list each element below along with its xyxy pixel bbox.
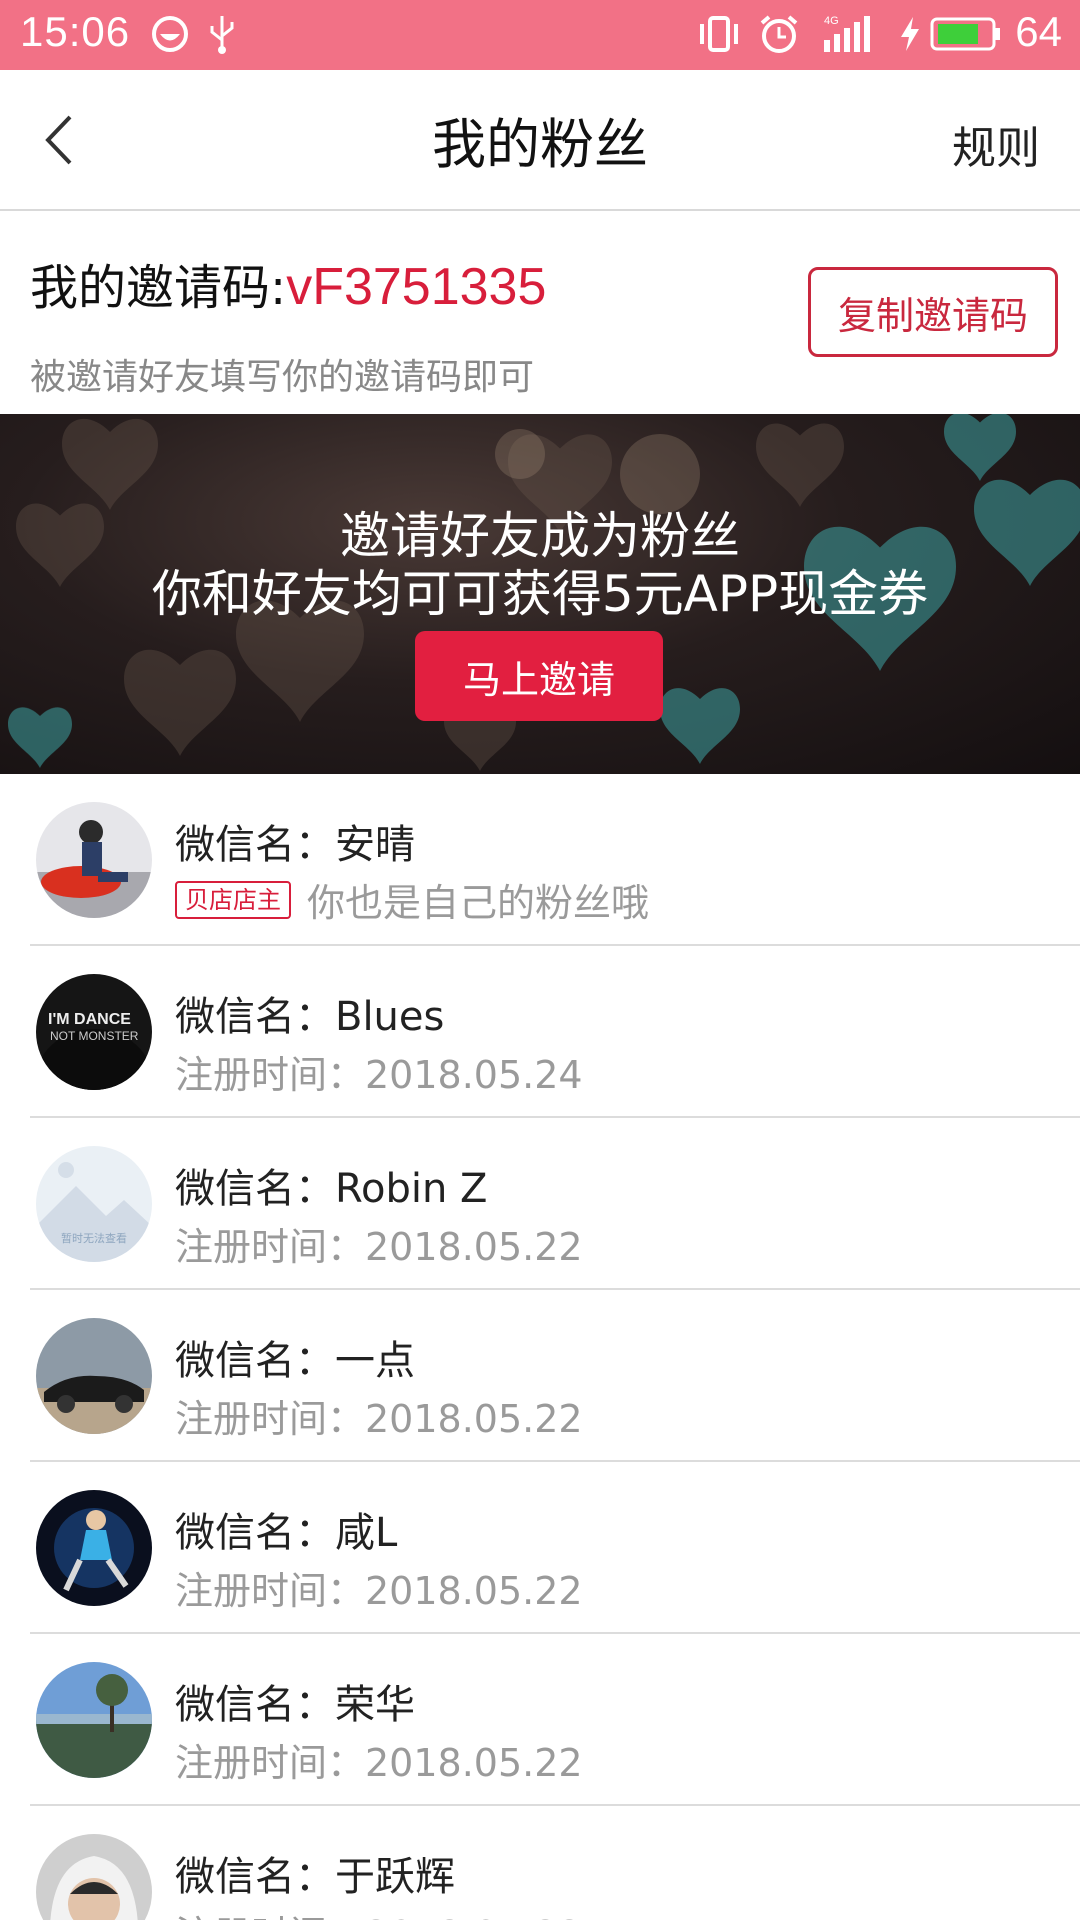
- avatar-placeholder-text: 暂时无法查看: [61, 1231, 127, 1245]
- banner-subline: 你和好友均可可获得5元APP现金券: [151, 565, 929, 623]
- fan-name: 微信名：咸L: [175, 1510, 398, 1556]
- fan-name: 微信名：一点: [175, 1338, 415, 1384]
- avatar: [36, 802, 152, 918]
- avatar: [36, 1662, 152, 1778]
- signal-icon: 4G: [820, 14, 880, 54]
- fan-name: 微信名：Blues: [175, 994, 445, 1040]
- invite-code-value: vF3751335: [286, 258, 547, 316]
- copy-invite-code-button[interactable]: 复制邀请码: [808, 267, 1058, 357]
- list-item[interactable]: 微信名：一点 注册时间：2018.05.22: [30, 1290, 1080, 1462]
- list-item[interactable]: 微信名：咸L 注册时间：2018.05.22: [30, 1462, 1080, 1634]
- status-bar: 15:06 4G 64: [0, 0, 1080, 70]
- fan-note: 你也是自己的粉丝哦: [307, 881, 650, 925]
- fan-list: 微信名：安晴 贝店店主 你也是自己的粉丝哦 I'M DANCE NOT MONST…: [0, 774, 1080, 1920]
- fan-name: 微信名：Robin Z: [175, 1166, 488, 1212]
- svg-text:I'M DANCE: I'M DANCE: [48, 1011, 131, 1028]
- list-item[interactable]: I'M DANCE NOT MONSTER 微信名：Blues 注册时间：2018…: [30, 946, 1080, 1118]
- svg-text:NOT MONSTER: NOT MONSTER: [50, 1029, 139, 1043]
- nav-bar: 我的粉丝 规则: [0, 70, 1080, 211]
- smiley-icon: [150, 14, 190, 54]
- rules-link[interactable]: 规则: [952, 112, 1040, 176]
- fan-subline: 贝店店主 你也是自己的粉丝哦: [175, 872, 649, 927]
- battery-icon: [930, 14, 1002, 54]
- fan-register-time: 注册时间：2018.05.22: [175, 1569, 583, 1613]
- fan-register-time: 注册时间：2018.05.22: [175, 1741, 583, 1785]
- invite-banner: 邀请好友成为粉丝 你和好友均可可获得5元APP现金券 马上邀请: [0, 414, 1080, 774]
- battery-percent: 64: [1015, 8, 1062, 55]
- avatar: [36, 1318, 152, 1434]
- invite-now-button[interactable]: 马上邀请: [415, 631, 663, 721]
- list-item[interactable]: 微信名：安晴 贝店店主 你也是自己的粉丝哦: [30, 774, 1080, 946]
- invite-code-section: 我的邀请码:vF3751335 被邀请好友填写你的邀请码即可 复制邀请码: [0, 212, 1080, 414]
- alarm-icon: [758, 14, 800, 54]
- avatar: 暂时无法查看: [36, 1146, 152, 1262]
- fan-register-time: 注册时间：2018.05.22: [175, 1225, 583, 1269]
- avatar: [36, 1834, 152, 1920]
- avatar: [36, 1490, 152, 1606]
- fan-name: 微信名：荣华: [175, 1682, 415, 1728]
- charging-icon: [898, 14, 922, 54]
- invite-code-label: 我的邀请码:: [30, 260, 287, 316]
- fan-name: 微信名：于跃辉: [175, 1854, 455, 1900]
- avatar: I'M DANCE NOT MONSTER: [36, 974, 152, 1090]
- list-item[interactable]: 暂时无法查看 微信名：Robin Z 注册时间：2018.05.22: [30, 1118, 1080, 1290]
- status-time: 15:06: [20, 8, 131, 55]
- svg-text:4G: 4G: [824, 15, 839, 27]
- list-item[interactable]: 微信名：荣华 注册时间：2018.05.22: [30, 1634, 1080, 1806]
- fan-register-time: 注册时间：2018.05.22: [175, 1904, 583, 1920]
- list-item[interactable]: 微信名：于跃辉 注册时间：2018.05.22: [30, 1806, 1080, 1920]
- invite-hint: 被邀请好友填写你的邀请码即可: [30, 357, 535, 398]
- invite-code-line: 我的邀请码:vF3751335: [30, 248, 546, 318]
- usb-icon: [205, 14, 239, 54]
- shop-owner-badge: 贝店店主: [175, 880, 291, 919]
- page-title: 我的粉丝: [432, 113, 648, 176]
- fan-register-time: 注册时间：2018.05.24: [175, 1053, 583, 1097]
- fan-name: 微信名：安晴: [175, 822, 415, 868]
- fan-register-time: 注册时间：2018.05.22: [175, 1397, 583, 1441]
- vibrate-icon: [698, 14, 740, 54]
